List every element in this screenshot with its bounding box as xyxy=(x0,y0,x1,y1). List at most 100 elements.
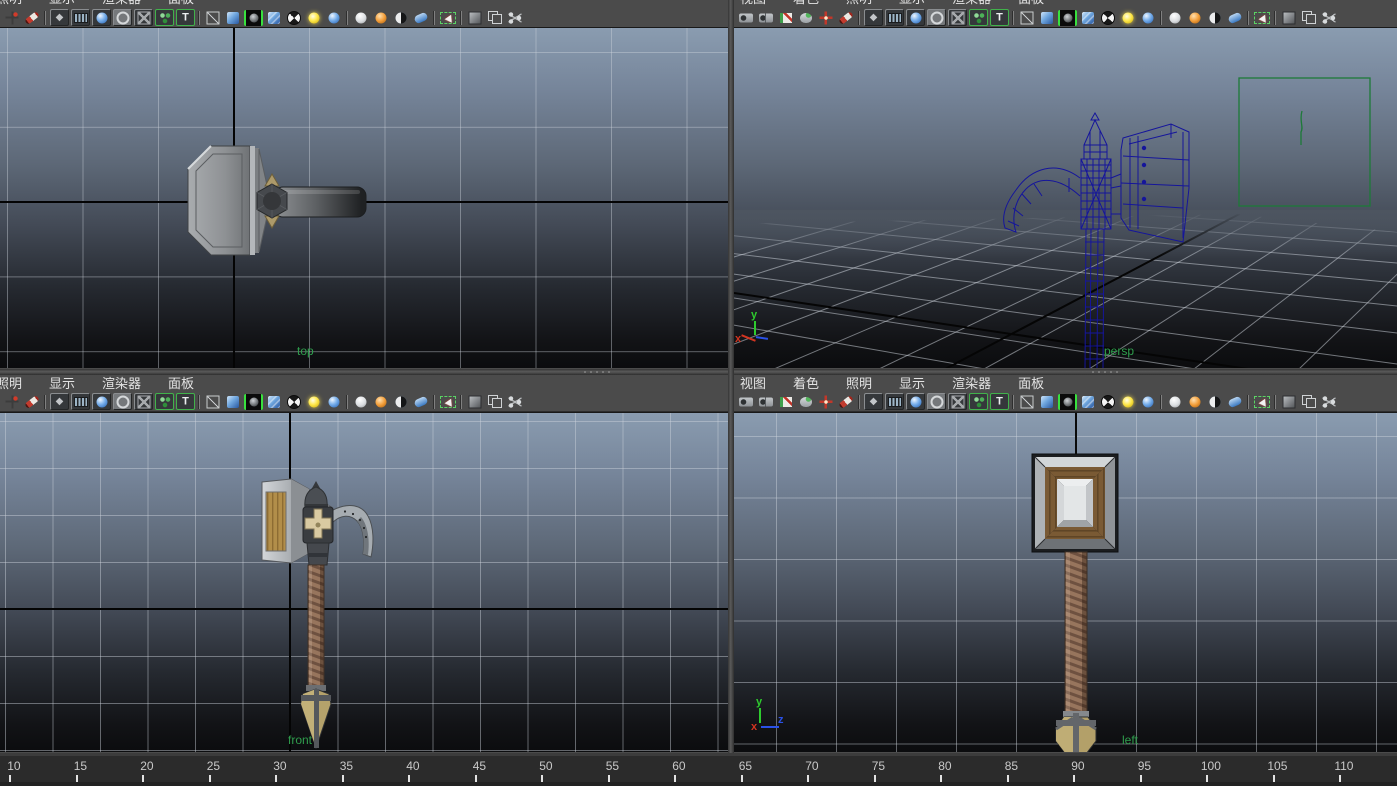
blue-sphere-icon[interactable] xyxy=(92,9,111,26)
share-icon[interactable] xyxy=(506,9,524,26)
share-icon[interactable] xyxy=(1320,9,1338,26)
selection-box-icon[interactable] xyxy=(439,393,457,410)
blue-cube-icon[interactable] xyxy=(224,393,242,410)
x-box-icon[interactable] xyxy=(134,393,153,410)
gray-cube-icon[interactable] xyxy=(466,9,484,26)
blue-cube-icon[interactable] xyxy=(224,9,242,26)
blue-cylinder-icon[interactable] xyxy=(1226,393,1244,410)
green-dots-icon[interactable] xyxy=(155,393,174,410)
selection-box-icon[interactable] xyxy=(1253,9,1271,26)
viewport-canvas-left[interactable]: left xyxy=(734,412,1397,752)
hammer-model-top-view[interactable] xyxy=(0,28,728,368)
wire-cube-icon[interactable] xyxy=(204,9,222,26)
wire-cube-icon[interactable] xyxy=(204,393,222,410)
green-dots-icon[interactable] xyxy=(155,9,174,26)
gray-cube-icon[interactable] xyxy=(1280,9,1298,26)
red-pen-icon[interactable] xyxy=(837,393,855,410)
circle-icon[interactable] xyxy=(113,9,132,26)
blue-sphere-icon[interactable] xyxy=(92,393,111,410)
book-icon[interactable] xyxy=(777,9,795,26)
copy-cube-icon[interactable] xyxy=(1300,393,1318,410)
wire-cube-icon[interactable] xyxy=(1018,9,1036,26)
camera-b-icon[interactable] xyxy=(757,9,775,26)
hammer-model-front-view[interactable] xyxy=(0,413,728,752)
green-dots-icon[interactable] xyxy=(969,393,988,410)
blue-ball-icon[interactable] xyxy=(325,393,343,410)
orange-ball-icon[interactable] xyxy=(372,393,390,410)
menu-item[interactable]: 照明 xyxy=(846,375,872,392)
camera-a-icon[interactable] xyxy=(737,393,755,410)
yellow-light-icon[interactable] xyxy=(1119,9,1137,26)
filmstrip-icon[interactable] xyxy=(885,9,904,26)
menu-item[interactable]: 面板 xyxy=(1018,375,1044,392)
white-bulb-icon[interactable] xyxy=(352,393,370,410)
red-pen-icon[interactable] xyxy=(23,393,41,410)
hammer-model-left-view[interactable] xyxy=(734,413,1397,752)
red-cross-icon[interactable] xyxy=(817,393,835,410)
checker-ball-icon[interactable] xyxy=(1099,393,1117,410)
white-bulb-icon[interactable] xyxy=(352,9,370,26)
letter-t-icon[interactable] xyxy=(176,393,195,410)
copy-cube-icon[interactable] xyxy=(486,9,504,26)
camera-a-icon[interactable] xyxy=(737,9,755,26)
letter-t-icon[interactable] xyxy=(176,9,195,26)
blue-sphere-icon[interactable] xyxy=(906,9,925,26)
checker-ball-icon[interactable] xyxy=(285,393,303,410)
checker-ball-icon[interactable] xyxy=(1099,9,1117,26)
orange-ball-icon[interactable] xyxy=(1186,9,1204,26)
yellow-light-icon[interactable] xyxy=(1119,393,1137,410)
menu-item[interactable]: 面板 xyxy=(1018,0,1044,7)
share-icon[interactable] xyxy=(1320,393,1338,410)
half-sphere-icon[interactable] xyxy=(1206,9,1224,26)
menu-item[interactable]: 面板 xyxy=(168,375,194,392)
half-sphere-icon[interactable] xyxy=(1206,393,1224,410)
gray-cube-icon[interactable] xyxy=(466,393,484,410)
bracket-cube-icon[interactable] xyxy=(1058,10,1077,26)
menu-item[interactable]: 显示 xyxy=(49,375,75,392)
blue-sphere-icon[interactable] xyxy=(906,393,925,410)
menu-item[interactable]: 着色 xyxy=(793,0,819,7)
teapot-icon[interactable] xyxy=(797,9,815,26)
book-icon[interactable] xyxy=(777,393,795,410)
wire-cube-icon[interactable] xyxy=(1018,393,1036,410)
isolate-diamond-icon[interactable] xyxy=(50,393,69,410)
orange-ball-icon[interactable] xyxy=(372,9,390,26)
circle-icon[interactable] xyxy=(927,9,946,26)
menu-item[interactable]: 显示 xyxy=(899,375,925,392)
textured-cube-icon[interactable] xyxy=(1079,393,1097,410)
pane-divider-vertical[interactable] xyxy=(728,0,734,753)
white-bulb-icon[interactable] xyxy=(1166,9,1184,26)
textured-cube-icon[interactable] xyxy=(265,9,283,26)
menu-item[interactable]: 显示 xyxy=(899,0,925,7)
menu-item[interactable]: 照明 xyxy=(846,0,872,7)
circle-icon[interactable] xyxy=(113,393,132,410)
blue-ball-icon[interactable] xyxy=(325,9,343,26)
filmstrip-icon[interactable] xyxy=(71,393,90,410)
cross-pin-icon[interactable] xyxy=(3,9,21,26)
circle-icon[interactable] xyxy=(927,393,946,410)
teapot-icon[interactable] xyxy=(797,393,815,410)
bracket-cube-icon[interactable] xyxy=(244,394,263,410)
viewport-canvas-persp[interactable]: y x persp xyxy=(734,27,1397,368)
letter-t-icon[interactable] xyxy=(990,393,1009,410)
menu-item[interactable]: 照明 xyxy=(0,375,22,392)
isolate-diamond-icon[interactable] xyxy=(864,9,883,26)
cross-pin-icon[interactable] xyxy=(3,393,21,410)
isolate-diamond-icon[interactable] xyxy=(50,9,69,26)
menu-item[interactable]: 渲染器 xyxy=(952,375,991,392)
yellow-light-icon[interactable] xyxy=(305,9,323,26)
menu-item[interactable]: 着色 xyxy=(793,375,819,392)
bracket-cube-icon[interactable] xyxy=(1058,394,1077,410)
camera-b-icon[interactable] xyxy=(757,393,775,410)
blue-cube-icon[interactable] xyxy=(1038,393,1056,410)
checker-ball-icon[interactable] xyxy=(285,9,303,26)
half-sphere-icon[interactable] xyxy=(392,393,410,410)
red-pen-icon[interactable] xyxy=(23,9,41,26)
menu-item[interactable]: 渲染器 xyxy=(102,0,141,7)
gray-cube-icon[interactable] xyxy=(1280,393,1298,410)
hammer-model-wireframe[interactable] xyxy=(734,28,1397,368)
copy-cube-icon[interactable] xyxy=(486,393,504,410)
letter-t-icon[interactable] xyxy=(990,9,1009,26)
filmstrip-icon[interactable] xyxy=(71,9,90,26)
copy-cube-icon[interactable] xyxy=(1300,9,1318,26)
